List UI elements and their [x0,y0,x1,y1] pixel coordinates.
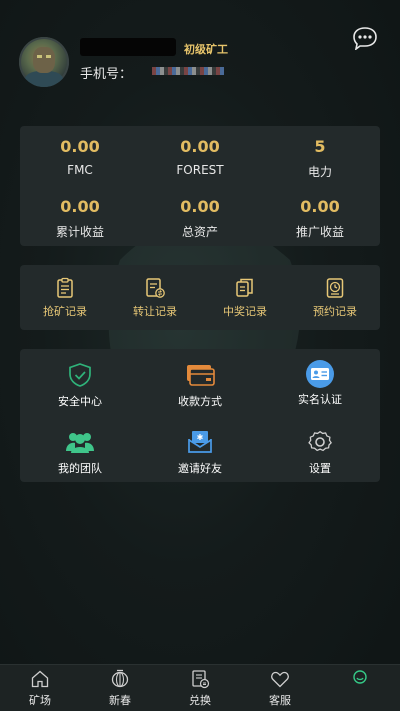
assets-card: 0.00 FMC 0.00 FOREST 5 电力 0.00 累计收益 0.00… [20,126,380,246]
stat-value: 0.00 [60,197,100,216]
svg-text:✱: ✱ [197,433,204,442]
smile-icon [353,670,367,684]
stat-forest: 0.00 FOREST [140,137,260,177]
stat-value: 0.00 [180,197,220,216]
copy-doc-icon [236,278,253,297]
menu-label: 邀请好友 [178,462,222,475]
stat-value: 0.00 [300,197,340,216]
menu-label: 我的团队 [58,462,102,475]
tab-spring-festival[interactable]: 新春 [80,665,160,711]
stat-total-earnings: 0.00 累计收益 [20,197,140,240]
stat-referral-earnings: 0.00 推广收益 [260,197,380,240]
menu-security-center[interactable]: 安全中心 [20,362,140,409]
tab-mine-field[interactable]: 矿场 [0,665,80,711]
phone-redacted [152,67,224,75]
stat-fmc: 0.00 FMC [20,137,140,177]
profile-header: 初级矿工 手机号： [0,0,400,100]
tab-label: 新春 [109,694,131,707]
menu-real-name-verification[interactable]: 实名认证 [260,360,380,407]
clipboard-icon [57,277,73,298]
shield-icon [69,363,91,387]
menu-my-team[interactable]: 我的团队 [20,429,140,476]
stat-total-assets: 0.00 总资产 [140,197,260,240]
lantern-icon [111,669,129,688]
record-grab[interactable]: 抢矿记录 [20,277,110,319]
services-card: 安全中心 收款方式 实名认证 我的团队 ✱ 邀请好友 设置 [20,349,380,482]
phone-label: 手机号： [80,67,133,82]
menu-settings[interactable]: 设置 [260,429,380,476]
exchange-doc-icon [192,670,210,689]
stat-value: 5 [314,137,326,156]
tab-customer-service[interactable]: 客服 [240,665,320,711]
clock-doc-icon [326,278,344,298]
team-icon [66,433,94,453]
stat-value: 0.00 [180,137,220,156]
tab-exchange[interactable]: 兑换 [160,665,240,711]
gear-icon [308,430,332,452]
stat-label: 总资产 [181,225,218,239]
stat-label: 累计收益 [55,225,104,239]
card-icon [187,365,215,386]
stat-value: 0.00 [60,137,100,156]
level-badge: 初级矿工 [184,43,228,56]
stat-label: FMC [67,163,93,177]
home-icon [31,670,49,688]
tab-label: 矿场 [29,694,51,707]
record-transfer[interactable]: 转让记录 [110,277,200,319]
tab-label: 客服 [269,694,291,707]
menu-label: 实名认证 [298,393,342,406]
avatar[interactable] [19,37,69,87]
nickname-redacted [80,38,176,56]
stat-label: 推广收益 [295,225,344,239]
stat-label: FOREST [176,163,224,177]
record-label: 转让记录 [133,305,177,318]
chat-bubble-icon[interactable] [351,26,379,50]
bottom-tab-bar: 矿场 新春 兑换 客服 [0,664,400,711]
id-card-icon [306,360,334,388]
record-label: 中奖记录 [223,305,267,318]
menu-invite-friends[interactable]: ✱ 邀请好友 [140,429,260,476]
record-prize[interactable]: 中奖记录 [200,277,290,319]
invite-envelope-icon: ✱ [188,431,212,453]
tab-profile[interactable] [320,665,400,711]
menu-label: 设置 [309,462,331,475]
menu-label: 收款方式 [178,395,222,408]
stat-label: 电力 [307,165,332,179]
records-card: 抢矿记录 转让记录 中奖记录 预约记录 [20,265,380,330]
heart-icon [271,671,289,688]
stat-power: 5 电力 [260,137,380,180]
record-reservation[interactable]: 预约记录 [290,277,380,319]
transfer-doc-icon [146,278,165,298]
tab-label: 兑换 [189,694,211,707]
record-label: 抢矿记录 [43,305,87,318]
menu-label: 安全中心 [58,395,102,408]
menu-payment-methods[interactable]: 收款方式 [140,362,260,409]
record-label: 预约记录 [313,305,357,318]
